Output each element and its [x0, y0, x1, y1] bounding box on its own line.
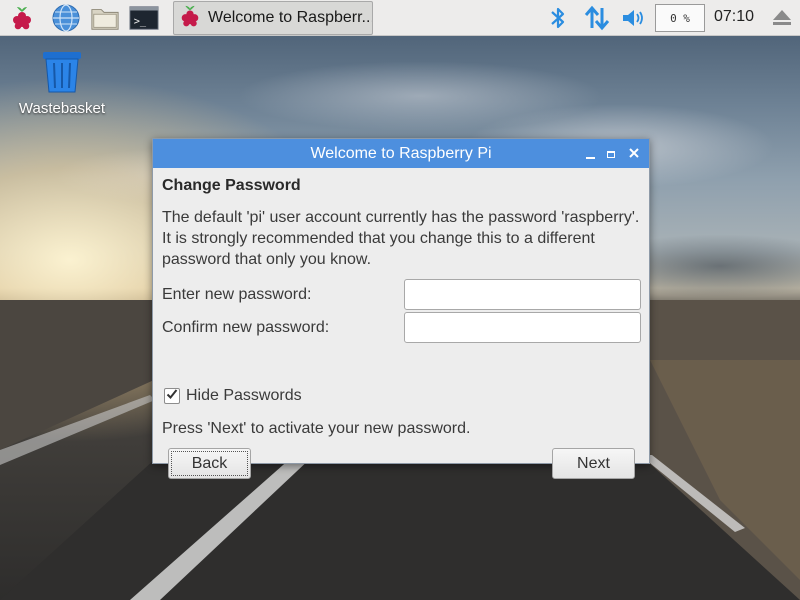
hide-passwords-label[interactable]: Hide Passwords	[186, 387, 302, 405]
confirm-password-input[interactable]	[404, 312, 641, 343]
confirm-password-label: Confirm new password:	[162, 319, 330, 336]
raspberry-menu-icon[interactable]	[7, 3, 37, 33]
clock[interactable]: 07:10	[714, 8, 754, 26]
close-button[interactable]	[625, 145, 643, 163]
cpu-usage-value: 0 %	[670, 11, 690, 25]
new-password-input[interactable]	[404, 279, 641, 310]
svg-text:>_: >_	[134, 16, 147, 28]
bluetooth-icon[interactable]	[543, 3, 573, 33]
next-button[interactable]: Next	[552, 448, 635, 479]
dialog-titlebar[interactable]: Welcome to Raspberry Pi	[153, 139, 649, 168]
terminal-icon[interactable]: >_	[129, 3, 159, 33]
page-heading: Change Password	[162, 177, 301, 194]
network-arrows-icon[interactable]	[582, 3, 612, 33]
hint-text: Press 'Next' to activate your new passwo…	[162, 420, 471, 437]
welcome-dialog: Welcome to Raspberry Pi Change Password …	[152, 138, 650, 479]
wastebasket-icon	[38, 52, 86, 98]
description-text: The default 'pi' user account currently …	[162, 209, 640, 268]
volume-icon[interactable]	[619, 3, 649, 33]
raspberry-icon	[178, 2, 202, 34]
taskbar-window-button[interactable]: Welcome to Raspberr...	[173, 1, 373, 35]
cpu-usage-monitor[interactable]: 0 %	[655, 4, 705, 32]
new-password-label: Enter new password:	[162, 286, 312, 303]
maximize-button[interactable]	[602, 145, 620, 163]
taskbar: >_ Welcome to Raspberr... 0 % 07:10	[0, 0, 800, 36]
checkmark-icon	[166, 387, 178, 405]
web-browser-icon[interactable]	[51, 3, 81, 33]
back-button[interactable]: Back	[168, 448, 251, 479]
desktop-icon-wastebasket[interactable]: Wastebasket	[14, 50, 110, 117]
dialog-title: Welcome to Raspberry Pi	[310, 144, 492, 162]
eject-icon[interactable]	[767, 3, 797, 33]
minimize-icon	[585, 156, 595, 159]
dialog-content: Change Password The default 'pi' user ac…	[153, 168, 649, 479]
minimize-button[interactable]	[581, 145, 599, 163]
maximize-icon	[607, 150, 615, 158]
close-icon	[629, 147, 639, 162]
file-manager-icon[interactable]	[90, 3, 120, 33]
taskbar-window-label: Welcome to Raspberr...	[208, 9, 372, 26]
desktop-icon-label: Wastebasket	[18, 100, 106, 117]
hide-passwords-checkbox[interactable]	[164, 388, 180, 404]
